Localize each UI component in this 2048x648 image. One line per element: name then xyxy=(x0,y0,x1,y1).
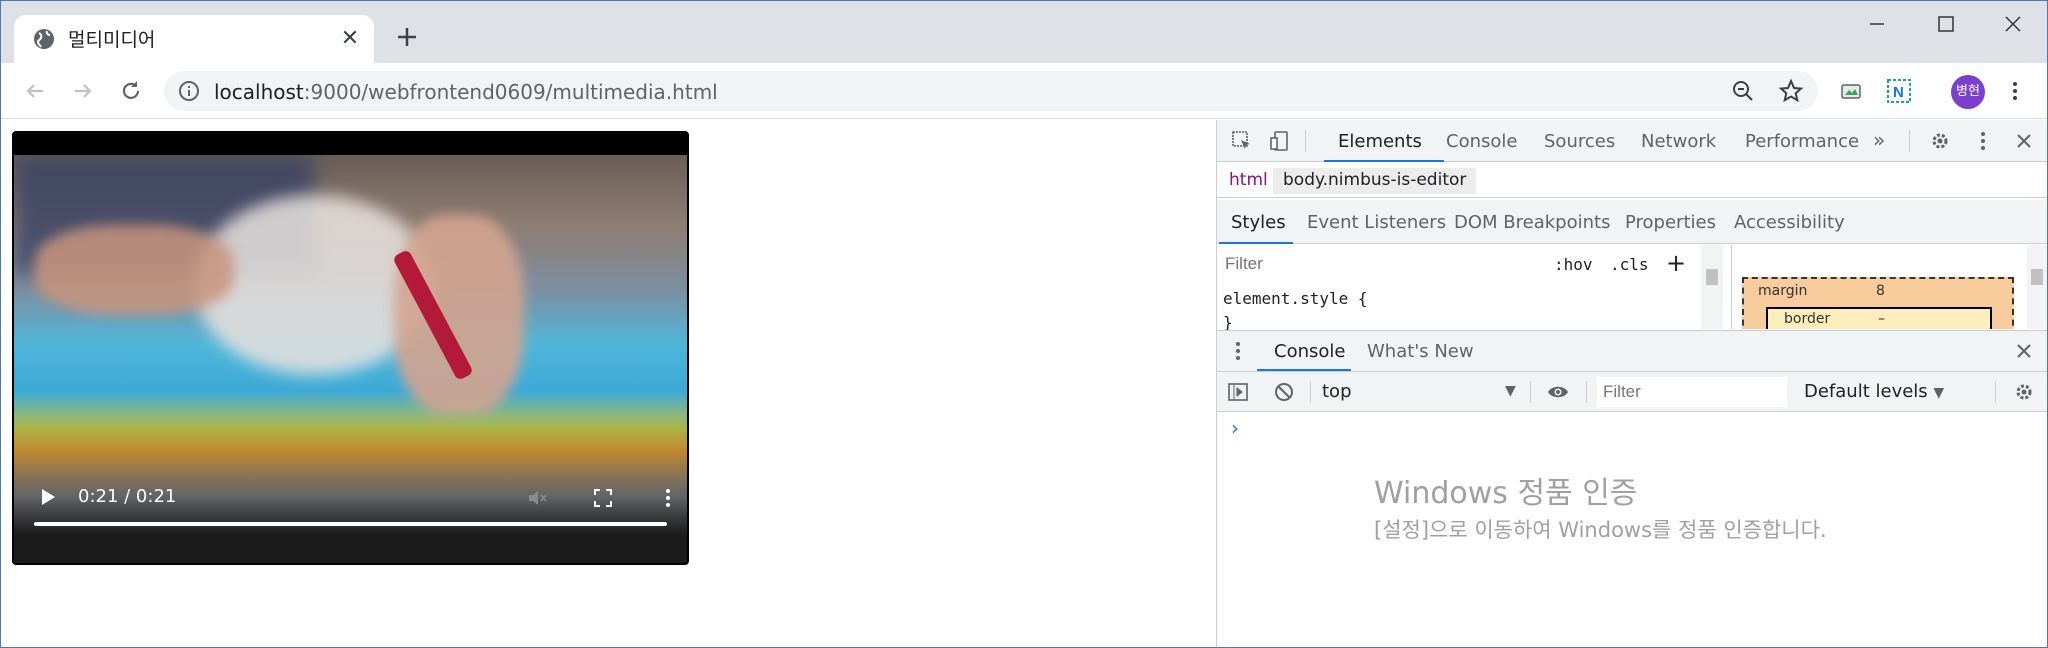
console-prompt[interactable]: › xyxy=(1231,416,1239,440)
close-drawer-icon[interactable] xyxy=(2013,340,2035,362)
clear-console-icon[interactable] xyxy=(1273,381,1295,403)
zoom-icon[interactable] xyxy=(1729,77,1757,105)
margin-label: margin xyxy=(1758,283,1808,299)
breadcrumb-html[interactable]: html xyxy=(1219,168,1278,194)
box-model-pane: margin 8 border – xyxy=(1731,245,2047,329)
play-icon[interactable] xyxy=(38,487,58,507)
tab-sources[interactable]: Sources xyxy=(1544,131,1615,152)
drawer-tab-bar: Console What's New xyxy=(1217,330,2047,372)
rule-line-1: element.style { xyxy=(1223,289,1368,308)
profile-avatar[interactable]: 병현 xyxy=(1951,75,1985,109)
styles-filter-input[interactable] xyxy=(1221,249,1541,279)
log-levels-dropdown[interactable]: Default levels ▼ xyxy=(1804,381,1944,402)
devtools-tab-bar: Elements Console Sources Network Perform… xyxy=(1217,120,2047,162)
breadcrumb: html body.nimbus-is-editor xyxy=(1217,164,2047,198)
subtab-dom-breakpoints[interactable]: DOM Breakpoints xyxy=(1454,212,1610,233)
nimbus-extension-icon[interactable]: N xyxy=(1885,77,1913,105)
chevron-down-icon[interactable]: ▼ xyxy=(1505,383,1516,399)
video-player[interactable]: 0:21 / 0:21 xyxy=(12,131,689,565)
watermark-line-2: [설정]으로 이동하여 Windows를 정품 인증합니다. xyxy=(1374,518,1827,542)
new-tab-icon[interactable] xyxy=(394,24,420,50)
url-host: localhost xyxy=(214,80,304,104)
drawer-menu-icon[interactable] xyxy=(1227,340,1249,362)
mute-icon[interactable] xyxy=(526,487,548,509)
devtools-menu-icon[interactable] xyxy=(1972,130,1994,152)
show-sidebar-icon[interactable] xyxy=(1227,381,1249,403)
border-label: border xyxy=(1784,311,1831,327)
console-toolbar: top ▼ Default levels ▼ xyxy=(1217,372,2047,412)
tab-console[interactable]: Console xyxy=(1446,131,1517,152)
more-tabs-button[interactable]: » xyxy=(1873,128,1885,152)
drawer-tab-whats-new[interactable]: What's New xyxy=(1367,341,1474,362)
close-window-icon[interactable] xyxy=(1993,9,2033,39)
maximize-icon[interactable] xyxy=(1925,9,1965,39)
tab-elements[interactable]: Elements xyxy=(1338,131,1422,152)
svg-text:N: N xyxy=(1893,84,1904,101)
console-filter-input[interactable] xyxy=(1597,377,1787,407)
cls-toggle[interactable]: .cls xyxy=(1610,255,1649,274)
eye-icon[interactable] xyxy=(1547,381,1569,403)
globe-icon xyxy=(34,29,54,49)
styles-scrollbar[interactable] xyxy=(1701,245,1723,329)
box-model-scrollbar[interactable] xyxy=(2027,245,2047,329)
close-tab-icon[interactable]: ✕ xyxy=(338,27,362,51)
tab-performance[interactable]: Performance xyxy=(1745,131,1859,152)
fullscreen-icon[interactable] xyxy=(592,487,614,509)
browser-window: 멀티미디어 ✕ localhost:9000/webfrontend0609/m… xyxy=(0,0,2048,648)
tab-title: 멀티미디어 xyxy=(68,29,156,51)
breadcrumb-body[interactable]: body.nimbus-is-editor xyxy=(1273,168,1477,194)
context-selector[interactable]: top xyxy=(1322,381,1352,402)
elements-subtab-bar: Styles Event Listeners DOM Breakpoints P… xyxy=(1217,200,2047,244)
tab-network[interactable]: Network xyxy=(1641,131,1716,152)
address-bar[interactable]: localhost:9000/webfrontend0609/multimedi… xyxy=(164,71,1818,111)
browser-menu-icon[interactable] xyxy=(2001,77,2029,105)
console-settings-gear-icon[interactable] xyxy=(2013,381,2035,403)
box-model-margin[interactable]: margin 8 border – xyxy=(1742,277,2014,329)
browser-tab[interactable]: 멀티미디어 ✕ xyxy=(14,15,374,63)
watermark-line-1: Windows 정품 인증 xyxy=(1374,476,1638,511)
log-levels-label: Default levels xyxy=(1804,381,1928,402)
video-more-options-icon[interactable] xyxy=(657,487,679,509)
extension-gallery-icon[interactable] xyxy=(1837,77,1865,105)
element-style-rule[interactable]: element.style { } xyxy=(1223,287,1368,335)
border-value[interactable]: – xyxy=(1878,311,1885,327)
browser-toolbar: localhost:9000/webfrontend0609/multimedi… xyxy=(1,63,2047,119)
bookmark-star-icon[interactable] xyxy=(1777,77,1805,105)
subtab-accessibility[interactable]: Accessibility xyxy=(1734,212,1845,233)
info-icon[interactable] xyxy=(178,80,200,102)
new-style-rule-button[interactable]: + xyxy=(1666,249,1686,277)
inspect-element-icon[interactable] xyxy=(1231,130,1253,152)
back-icon[interactable] xyxy=(21,77,49,105)
video-time: 0:21 / 0:21 xyxy=(78,486,177,507)
forward-icon[interactable] xyxy=(69,77,97,105)
hov-toggle[interactable]: :hov xyxy=(1554,255,1593,274)
drawer-tab-console[interactable]: Console xyxy=(1274,341,1345,362)
device-toolbar-icon[interactable] xyxy=(1269,130,1291,152)
url-text[interactable]: localhost:9000/webfrontend0609/multimedi… xyxy=(214,80,718,104)
windows-activation-watermark: Windows 정품 인증 [설정]으로 이동하여 Windows를 정품 인증… xyxy=(1374,468,1827,544)
minimize-icon[interactable] xyxy=(1857,9,1897,39)
settings-gear-icon[interactable] xyxy=(1929,130,1951,152)
tab-strip: 멀티미디어 ✕ xyxy=(1,1,2047,63)
url-path: :9000/webfrontend0609/multimedia.html xyxy=(303,80,718,104)
subtab-event-listeners[interactable]: Event Listeners xyxy=(1307,212,1446,233)
devtools-panel: Elements Console Sources Network Perform… xyxy=(1216,120,2047,647)
subtab-properties[interactable]: Properties xyxy=(1625,212,1716,233)
subtab-styles[interactable]: Styles xyxy=(1231,212,1286,233)
close-devtools-icon[interactable] xyxy=(2013,130,2035,152)
video-progress-bar[interactable] xyxy=(34,522,667,526)
page-viewport: 0:21 / 0:21 xyxy=(1,120,1216,647)
styles-pane: :hov .cls + element.style { } xyxy=(1217,245,1731,332)
reload-icon[interactable] xyxy=(117,77,145,105)
margin-value[interactable]: 8 xyxy=(1876,283,1885,299)
levels-chevron-icon: ▼ xyxy=(1933,385,1945,401)
box-model-border[interactable]: border – xyxy=(1766,307,1992,329)
